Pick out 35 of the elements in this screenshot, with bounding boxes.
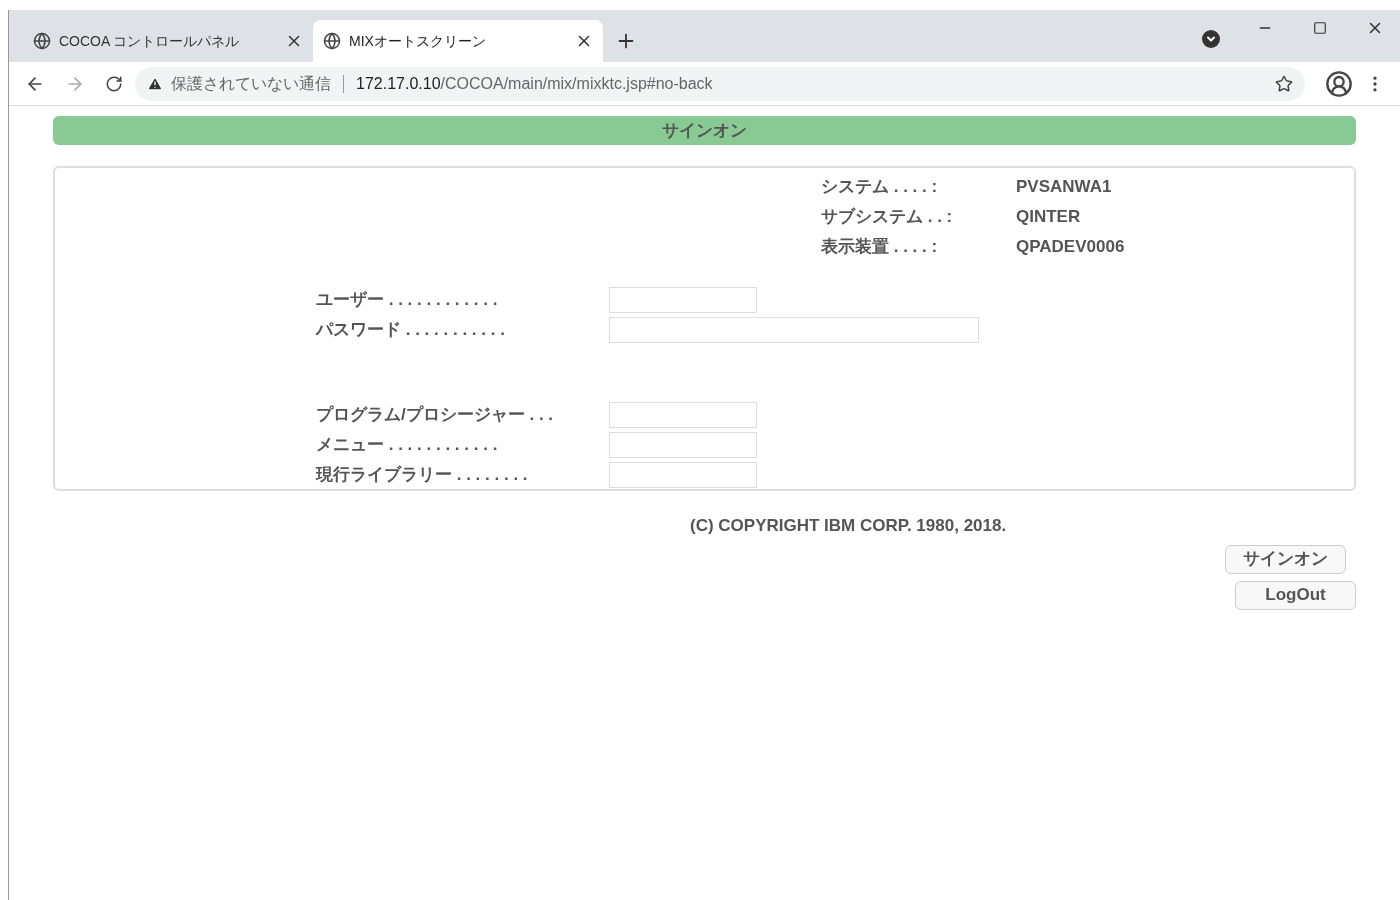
info-label: システム . . . . : xyxy=(821,176,939,199)
info-value: QINTER xyxy=(1016,206,1081,229)
field-label: プログラム/プロシージャー . . . xyxy=(316,404,555,427)
field-label: パスワード . . . . . . . . . . . xyxy=(316,319,506,342)
globe-icon xyxy=(33,32,51,50)
maximize-icon[interactable] xyxy=(1313,21,1327,35)
url-text: 172.17.0.10/COCOA/main/mix/mixktc.jsp#no-back xyxy=(356,73,713,94)
input-field[interactable] xyxy=(609,432,757,458)
page-title-bar: サインオン xyxy=(53,116,1356,145)
reload-icon[interactable] xyxy=(105,74,123,93)
info-value: QPADEV0006 xyxy=(1016,236,1125,259)
address-bar[interactable]: 保護されていない通信 172.17.0.10/COCOA/main/mix/mixktc.jsp#no-back xyxy=(135,66,1305,101)
field-label: ユーザー . . . . . . . . . . . . xyxy=(316,289,499,312)
info-label: サブシステム . . : xyxy=(821,206,954,229)
info-value: PVSANWA1 xyxy=(1016,176,1112,199)
bookmark-star-icon[interactable] xyxy=(1275,74,1293,93)
input-field[interactable] xyxy=(609,462,757,488)
input-field[interactable] xyxy=(609,402,757,428)
tab-search-icon[interactable] xyxy=(1202,30,1220,48)
tab-title: COCOA コントロールパネル xyxy=(59,31,241,51)
profile-icon[interactable] xyxy=(1325,69,1353,98)
input-field[interactable] xyxy=(609,287,757,313)
action-button[interactable]: LogOut xyxy=(1235,580,1356,610)
browser-tab[interactable]: MIXオートスクリーン xyxy=(313,20,603,62)
warning-icon xyxy=(147,75,163,92)
browser-tab[interactable]: COCOA コントロールパネル xyxy=(23,20,313,62)
tab-title: MIXオートスクリーン xyxy=(349,31,487,51)
copyright-text: (C) COPYRIGHT IBM CORP. 1980, 2018. xyxy=(690,515,1008,537)
field-label: メニュー . . . . . . . . . . . . xyxy=(316,434,499,457)
action-button[interactable]: サインオン xyxy=(1225,544,1346,574)
field-label: 現行ライブラリー . . . . . . . . xyxy=(316,464,529,487)
globe-icon xyxy=(323,32,341,50)
input-field[interactable] xyxy=(609,317,979,343)
security-label: 保護されていない通信 xyxy=(171,73,331,94)
info-label: 表示装置 . . . . : xyxy=(821,236,939,259)
